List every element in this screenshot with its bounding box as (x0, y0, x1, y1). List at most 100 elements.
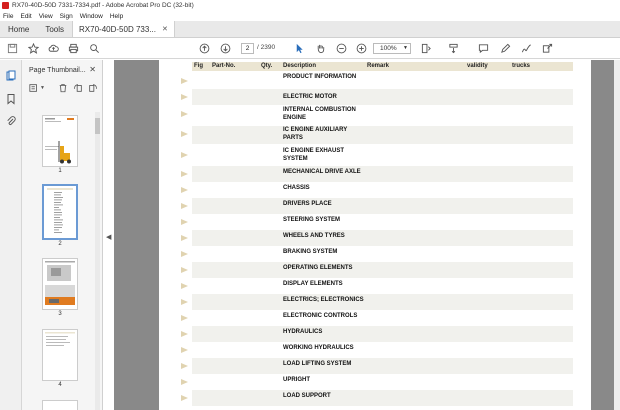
table-row: ELECTRONIC CONTROLS (181, 310, 573, 326)
row-link-arrow-icon[interactable] (181, 171, 188, 177)
row-link-arrow-icon[interactable] (181, 299, 188, 305)
row-description[interactable]: IC ENGINE EXHAUST SYSTEM (283, 147, 363, 163)
row-description[interactable]: MECHANICAL DRIVE AXLE (283, 168, 403, 176)
previous-page-icon[interactable] (198, 42, 211, 55)
rotate-clockwise-icon[interactable] (88, 83, 99, 94)
attachments-paperclip-icon[interactable] (5, 115, 17, 127)
bookmarks-icon[interactable] (5, 93, 17, 105)
row-link-arrow-icon[interactable] (181, 395, 188, 401)
zoom-out-icon[interactable] (335, 42, 348, 55)
select-cursor-icon[interactable] (293, 42, 306, 55)
upload-cloud-icon[interactable] (47, 42, 60, 55)
row-link-arrow-icon[interactable] (181, 251, 188, 257)
row-link-arrow-icon[interactable] (181, 111, 188, 117)
page-total: / 2390 (257, 44, 276, 51)
row-description[interactable]: INTERNAL COMBUSTION ENGINE (283, 106, 363, 122)
menu-view[interactable]: View (39, 13, 53, 20)
page-thumbnail-label: 2 (58, 241, 62, 247)
hand-tool-icon[interactable] (314, 42, 327, 55)
share-link-icon[interactable] (541, 42, 554, 55)
row-description[interactable]: PRODUCT INFORMATION (283, 73, 363, 81)
menu-window[interactable]: Window (80, 13, 103, 20)
page-thumbnail-3[interactable] (42, 258, 78, 310)
row-description[interactable]: HYDRAULICS (283, 328, 363, 336)
print-icon[interactable] (67, 42, 80, 55)
table-row: IC ENGINE AUXILIARY PARTS (181, 126, 573, 144)
tab-document[interactable]: RX70-40D-50D 733... ✕ (72, 21, 175, 37)
thumbnail-options-icon[interactable] (29, 83, 40, 94)
document-scrollbar[interactable] (614, 60, 620, 410)
row-description[interactable]: ELECTRONIC CONTROLS (283, 312, 403, 320)
table-row: DRIVERS PLACE (181, 198, 573, 214)
page-thumbnail-1[interactable] (42, 115, 78, 167)
menu-sign[interactable]: Sign (60, 13, 73, 20)
row-description[interactable]: DISPLAY ELEMENTS (283, 280, 363, 288)
row-link-arrow-icon[interactable] (181, 347, 188, 353)
page-thumbnail-4[interactable] (42, 329, 78, 381)
row-description[interactable]: LOAD SUPPORT (283, 392, 363, 400)
row-link-arrow-icon[interactable] (181, 187, 188, 193)
page-thumbnail-label: 1 (58, 168, 62, 174)
row-link-arrow-icon[interactable] (181, 379, 188, 385)
delete-trash-icon[interactable] (58, 83, 69, 94)
row-description[interactable]: WHEELS AND TYRES (283, 232, 363, 240)
highlight-pen-icon[interactable] (499, 42, 512, 55)
window-title: RX70-40D-50D 7331-7334.pdf - Adobe Acrob… (12, 2, 194, 9)
table-row: ELECTRIC MOTOR (181, 89, 573, 105)
page-3-preview-image (45, 261, 75, 305)
row-description[interactable]: BRAKING SYSTEM (283, 248, 363, 256)
row-link-arrow-icon[interactable] (181, 152, 188, 158)
menu-file[interactable]: File (3, 13, 13, 20)
row-link-arrow-icon[interactable] (181, 315, 188, 321)
row-description[interactable]: STEERING SYSTEM (283, 216, 363, 224)
row-description[interactable]: OPERATING ELEMENTS (283, 264, 363, 272)
tab-tools[interactable]: Tools (37, 21, 72, 37)
menu-edit[interactable]: Edit (20, 13, 31, 20)
collapse-panel-chevron-left-icon[interactable]: ◀ (106, 233, 111, 241)
page-thumbnail-2[interactable] (42, 184, 78, 240)
scroll-mode-icon[interactable] (447, 42, 460, 55)
row-description[interactable]: WORKING HYDRAULICS (283, 344, 403, 352)
search-icon[interactable] (88, 42, 101, 55)
bookmark-star-icon[interactable] (27, 42, 40, 55)
row-link-arrow-icon[interactable] (181, 363, 188, 369)
menu-help[interactable]: Help (110, 13, 123, 20)
rotate-counterclockwise-icon[interactable] (73, 83, 84, 94)
row-link-arrow-icon[interactable] (181, 219, 188, 225)
row-description[interactable]: UPRIGHT (283, 376, 363, 384)
row-description[interactable]: CHASSIS (283, 184, 363, 192)
page-display-icon[interactable] (420, 42, 433, 55)
save-icon[interactable] (6, 42, 19, 55)
page-number-input[interactable]: 2 (241, 43, 254, 54)
row-link-arrow-icon[interactable] (181, 78, 188, 84)
sign-icon[interactable] (520, 42, 533, 55)
next-page-icon[interactable] (219, 42, 232, 55)
row-description[interactable]: ELECTRICS; ELECTRONICS (283, 296, 403, 304)
row-description[interactable]: LOAD LIFTING SYSTEM (283, 360, 403, 368)
row-link-arrow-icon[interactable] (181, 131, 188, 137)
table-row: LOAD LIFTING SYSTEM (181, 358, 573, 374)
options-chevron-down-icon[interactable]: ▼ (40, 85, 51, 96)
thumbnails-scrollbar-thumb[interactable] (95, 118, 100, 134)
page-2-preview-image (47, 188, 73, 233)
table-row: LOAD SUPPORT (181, 390, 573, 406)
table-header: Fig Part-No. Qty. Description Remark val… (192, 62, 573, 71)
row-link-arrow-icon[interactable] (181, 331, 188, 337)
zoom-level-select[interactable]: 100% ▼ (373, 43, 411, 54)
row-description[interactable]: DRIVERS PLACE (283, 200, 363, 208)
page-thumbnail-5[interactable] (42, 400, 78, 410)
row-description[interactable]: IC ENGINE AUXILIARY PARTS (283, 126, 363, 142)
thumbnails-scrollbar[interactable] (95, 112, 100, 410)
tab-home[interactable]: Home (0, 21, 37, 37)
close-tab-icon[interactable]: ✕ (162, 25, 168, 33)
row-link-arrow-icon[interactable] (181, 267, 188, 273)
comment-icon[interactable] (477, 42, 490, 55)
close-icon[interactable]: ✕ (89, 65, 96, 74)
row-description[interactable]: ELECTRIC MOTOR (283, 93, 363, 101)
zoom-in-icon[interactable] (355, 42, 368, 55)
row-link-arrow-icon[interactable] (181, 94, 188, 100)
row-link-arrow-icon[interactable] (181, 235, 188, 241)
row-link-arrow-icon[interactable] (181, 203, 188, 209)
row-link-arrow-icon[interactable] (181, 283, 188, 289)
page-thumbnails-icon[interactable] (5, 70, 17, 82)
